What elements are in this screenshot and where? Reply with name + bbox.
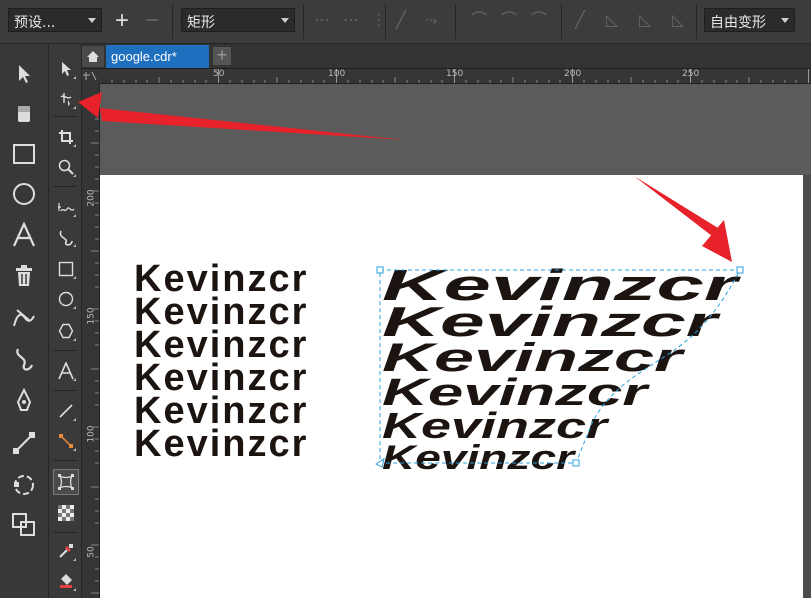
artistic-media-icon[interactable] xyxy=(10,302,38,332)
drawing-canvas[interactable]: Kevinzcr Kevinzcr Kevinzcr Kevinzcr Kevi… xyxy=(100,84,811,598)
envelope-node[interactable] xyxy=(374,457,385,468)
mapping-mode-dropdown[interactable]: 自由变形 xyxy=(704,8,795,32)
separator xyxy=(53,460,77,461)
envelope-node[interactable] xyxy=(736,266,744,274)
text-line[interactable]: Kevinzcr xyxy=(134,425,308,463)
envelope-node[interactable] xyxy=(572,459,580,467)
separator xyxy=(53,532,77,533)
eraser-icon[interactable] xyxy=(10,100,38,128)
remove-preset-icon[interactable]: − xyxy=(141,9,163,33)
transparency-icon[interactable] xyxy=(55,502,77,524)
chevron-down-icon xyxy=(281,18,289,23)
envelope-node[interactable] xyxy=(376,266,384,274)
ruler-minor-ticks xyxy=(111,77,797,83)
symmetrical-node-icon[interactable]: ⌒ xyxy=(528,10,550,32)
ellipse-icon[interactable] xyxy=(55,288,77,310)
text-icon[interactable] xyxy=(55,360,77,382)
ruler-vertical[interactable]: 200 150 100 50 xyxy=(82,83,100,598)
separator xyxy=(385,4,386,39)
rectangle-icon[interactable] xyxy=(55,258,77,280)
shape-icon[interactable] xyxy=(10,510,38,540)
separator xyxy=(561,4,562,39)
separator xyxy=(303,4,304,39)
home-icon[interactable] xyxy=(82,46,104,67)
separator xyxy=(53,350,77,351)
chevron-down-icon xyxy=(88,18,96,23)
toolbox-main xyxy=(0,44,49,598)
shape-dropdown[interactable]: 矩形 xyxy=(181,8,295,32)
separator xyxy=(53,116,77,117)
page-shadow xyxy=(803,175,811,598)
dimension-icon[interactable] xyxy=(55,400,77,422)
toolbox-secondary xyxy=(49,44,82,598)
smart-drawing-icon[interactable] xyxy=(10,470,38,500)
smooth-node-icon[interactable]: ⌒ xyxy=(498,10,520,32)
connector-icon[interactable] xyxy=(55,430,77,452)
shape-dropdown-label: 矩形 xyxy=(187,15,215,31)
ruler-origin[interactable] xyxy=(82,69,101,84)
eyedropper-icon[interactable] xyxy=(55,540,77,562)
envelope-text-line: Kevinzcr xyxy=(382,439,576,473)
document-tab-title: google.cdr* xyxy=(111,49,177,64)
preset-dropdown[interactable]: 预设... xyxy=(8,8,102,32)
to-curve-icon[interactable]: ⤳ xyxy=(420,10,442,32)
document-tab[interactable]: google.cdr* xyxy=(106,45,209,68)
preset-dropdown-label: 预设... xyxy=(14,15,56,31)
separator xyxy=(455,4,456,39)
add-preset-icon[interactable]: + xyxy=(111,9,133,33)
node-distribute-icon[interactable]: ⋯ xyxy=(340,10,362,32)
ruler-minor-ticks xyxy=(91,94,99,594)
separator xyxy=(53,390,77,391)
text-icon[interactable] xyxy=(10,220,38,250)
pick-icon[interactable] xyxy=(10,60,38,88)
envelope-straight-icon[interactable]: ╱ xyxy=(569,10,591,32)
document-page[interactable]: Kevinzcr Kevinzcr Kevinzcr Kevinzcr Kevi… xyxy=(100,175,803,598)
separator xyxy=(53,186,77,187)
add-tab-icon[interactable]: + xyxy=(213,46,231,65)
shape-edit-icon[interactable] xyxy=(55,88,77,110)
rectangle-icon[interactable] xyxy=(10,140,38,168)
cusp-node-icon[interactable]: ⌒ xyxy=(468,10,490,32)
connector-icon[interactable] xyxy=(10,428,38,458)
document-tab-bar: google.cdr* + xyxy=(82,44,811,69)
envelope-unconstrained-icon[interactable]: ◺ xyxy=(667,10,689,32)
node-align-icon[interactable]: ⋯ xyxy=(311,10,333,32)
separator xyxy=(172,4,173,39)
envelope-single-arc-icon[interactable]: ◺ xyxy=(601,10,623,32)
property-bar: 预设... + − 矩形 ⋯ ⋯ ⋮ ╱ ⤳ ⌒ ⌒ ⌒ ╱ ◺ ◺ ◺ 自由变… xyxy=(0,0,811,44)
crop-icon[interactable] xyxy=(55,126,77,148)
to-line-icon[interactable]: ╱ xyxy=(390,10,412,32)
ellipse-icon[interactable] xyxy=(10,180,38,208)
fill-icon[interactable] xyxy=(55,570,77,592)
mapping-mode-label: 自由变形 xyxy=(710,15,766,31)
curve-icon[interactable] xyxy=(55,226,77,248)
bspline-icon[interactable] xyxy=(10,344,38,374)
zoom-icon[interactable] xyxy=(55,156,77,178)
separator xyxy=(696,4,697,39)
delete-icon[interactable] xyxy=(10,262,38,290)
pen-icon[interactable] xyxy=(10,386,38,416)
freehand-icon[interactable] xyxy=(55,196,77,218)
chevron-down-icon xyxy=(781,18,789,23)
ruler-horizontal[interactable]: 50 100 150 200 250 xyxy=(100,69,811,84)
envelope-double-arc-icon[interactable]: ◺ xyxy=(634,10,656,32)
node-join-icon[interactable]: ⋮ xyxy=(368,10,390,32)
polygon-icon[interactable] xyxy=(55,320,77,342)
envelope-text-group[interactable]: Kevinzcr Kevinzcr Kevinzcr Kevinzcr Kevi… xyxy=(370,263,750,473)
envelope-icon[interactable] xyxy=(53,469,79,495)
pick-icon[interactable] xyxy=(55,58,77,80)
